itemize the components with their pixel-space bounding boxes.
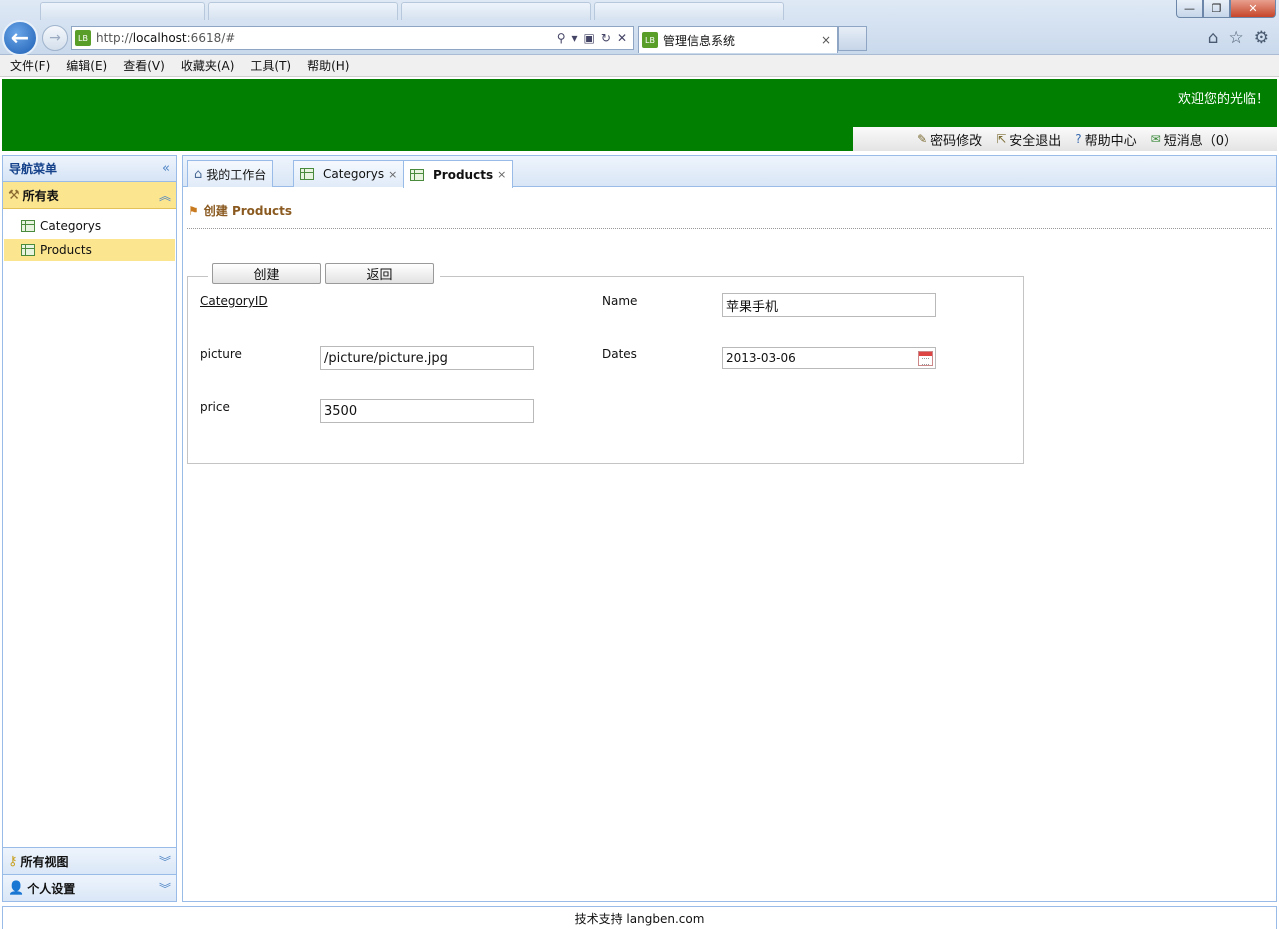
close-window-button[interactable]: ✕ [1230,0,1276,18]
refresh-icon[interactable]: ↻ [601,31,611,45]
browser-menubar: 文件(F) 编辑(E) 查看(V) 收藏夹(A) 工具(T) 帮助(H) [0,55,1279,77]
sidebar-item-products[interactable]: Products [4,239,175,261]
picture-label: picture [200,347,242,361]
user-icon: 👤 [8,880,25,896]
signpost-icon: ⚑ [188,203,199,218]
tab-products[interactable]: Products × [403,160,514,188]
dates-label: Dates [602,347,637,361]
name-label: Name [602,294,638,308]
tab-close-icon[interactable]: × [388,168,397,181]
dates-value: 2013-03-06 [726,351,796,365]
background-tab[interactable] [594,2,784,20]
tab-strip: ⌂ 我的工作台 Categorys × Products × [183,156,1276,188]
browser-tab-close-icon[interactable]: × [821,33,831,47]
group-all-tables[interactable]: ⚒ 所有表 ︽ [3,182,176,209]
key-icon: ⚷ [8,853,18,869]
categoryid-label[interactable]: CategoryID [200,294,268,308]
main-panel: ⌂ 我的工作台 Categorys × Products × ⚑ 创建 Prod… [182,155,1277,902]
table-icon [410,168,424,181]
tab-categorys[interactable]: Categorys × [293,160,405,187]
tab-workbench[interactable]: ⌂ 我的工作台 [187,160,274,187]
messages-link[interactable]: ✉ 短消息（0） [1151,130,1237,149]
menu-help[interactable]: 帮助(H) [307,57,349,74]
group-personal-settings[interactable]: 👤 个人设置 ︾ [3,874,176,901]
menu-file[interactable]: 文件(F) [10,57,50,74]
tools-gear-icon[interactable]: ⚙ [1254,28,1269,48]
change-password-link[interactable]: ✎ 密码修改 [917,130,982,149]
logout-link[interactable]: ⇱ 安全退出 [996,130,1061,149]
forward-button[interactable]: → [42,25,68,51]
sidebar-title: 导航菜单 [9,162,58,176]
back-button[interactable]: 返回 [325,263,434,284]
table-list: Categorys Products [3,209,176,261]
dropdown-arrow-icon[interactable]: ▾ [572,31,578,45]
background-tabs [40,0,1160,20]
edit-pencil-icon: ✎ [917,132,928,146]
back-button[interactable]: ← [2,20,38,56]
browser-tab-active[interactable]: LB 管理信息系统 × [638,26,838,53]
menu-favorites[interactable]: 收藏夹(A) [181,57,235,74]
home-icon: ⌂ [194,166,203,182]
create-button[interactable]: 创建 [212,263,321,284]
name-input[interactable]: 苹果手机 [722,293,936,317]
dates-input[interactable]: 2013-03-06 [722,347,936,369]
help-center-link[interactable]: ? 帮助中心 [1075,130,1136,149]
home-icon[interactable]: ⌂ [1208,28,1219,48]
calendar-icon[interactable] [918,351,933,366]
expand-down-icon[interactable]: ︾ [159,853,171,870]
footer: 技术支持 langben.com [2,906,1277,929]
table-icon [21,220,35,232]
stop-icon[interactable]: ✕ [617,31,627,45]
collapse-up-icon[interactable]: ︽ [159,187,171,204]
address-bar[interactable]: LB http://localhost:6618/# ⚲ ▾ ▣ ↻ ✕ [71,26,634,50]
background-tab[interactable] [208,2,398,20]
search-icon[interactable]: ⚲ [557,31,566,45]
site-favicon-icon: LB [75,30,91,46]
divider [187,228,1272,229]
message-icon: ✉ [1150,132,1161,146]
help-question-icon: ? [1075,132,1082,146]
group-all-views[interactable]: ⚷ 所有视图 ︾ [3,847,176,874]
app-header: 欢迎您的光临！ ✎ 密码修改 ⇱ 安全退出 ? 帮助中心 ✉ 短消息（0） [2,79,1277,151]
menu-tools[interactable]: 工具(T) [250,57,291,74]
price-label: price [200,400,230,414]
product-form: 创建 返回 CategoryID Name 苹果手机 picture /pict… [187,263,1024,464]
tab-favicon-icon: LB [642,32,658,48]
url-text: http://localhost:6618/# [96,31,236,45]
background-tab[interactable] [401,2,591,20]
exit-door-icon: ⇱ [996,132,1007,146]
maximize-button[interactable]: ❐ [1203,0,1230,18]
minimize-button[interactable]: — [1176,0,1203,18]
price-input[interactable]: 3500 [320,399,534,423]
header-toolbar: ✎ 密码修改 ⇱ 安全退出 ? 帮助中心 ✉ 短消息（0） [853,127,1277,151]
page-title: ⚑ 创建 Products [188,203,293,219]
sidebar: 导航菜单 « ⚒ 所有表 ︽ Categorys Products ⚷ 所有视图… [2,155,177,902]
welcome-text: 欢迎您的光临！ [1177,92,1269,107]
compat-view-icon[interactable]: ▣ [584,31,595,45]
picture-input[interactable]: /picture/picture.jpg [320,346,534,370]
sidebar-header: 导航菜单 « [3,156,176,182]
wrench-icon: ⚒ [8,187,20,203]
window-controls: — ❐ ✕ [1176,0,1276,18]
table-icon [300,168,314,180]
form-actions: 创建 返回 [208,263,440,284]
favorites-star-icon[interactable]: ☆ [1229,28,1244,48]
expand-down-icon[interactable]: ︾ [159,880,171,897]
new-tab-button[interactable] [838,26,867,51]
table-icon [21,244,35,256]
menu-view[interactable]: 查看(V) [123,57,165,74]
menu-edit[interactable]: 编辑(E) [66,57,107,74]
tab-close-icon[interactable]: × [497,168,506,181]
browser-tab-title: 管理信息系统 [663,33,736,48]
browser-chrome: — ❐ ✕ ← → LB http://localhost:6618/# ⚲ ▾… [0,0,1279,56]
sidebar-item-categorys[interactable]: Categorys [4,215,175,237]
background-tab[interactable] [40,2,205,20]
collapse-left-icon[interactable]: « [162,161,170,176]
